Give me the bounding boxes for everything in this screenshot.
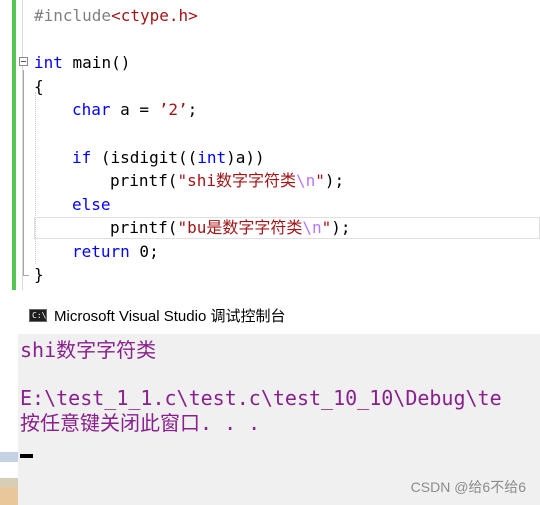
open-brace: { — [34, 77, 44, 96]
code-line-printf-bu[interactable]: printf("bu是数字字符类\n"); — [110, 217, 351, 239]
change-indicator-bar — [12, 0, 16, 290]
code-editor[interactable]: #include<ctype.h> int main() { char a = … — [0, 0, 540, 295]
keyword-else: else — [72, 195, 111, 214]
if-condition-end: )a)) — [226, 148, 265, 167]
code-line-open-brace[interactable]: { — [34, 76, 44, 98]
return-value: 0; — [129, 242, 159, 261]
background-window-edge — [0, 295, 18, 505]
code-line-printf-shi[interactable]: printf("shi数字字符类\n"); — [110, 170, 344, 192]
char-literal: ’2’ — [158, 100, 188, 119]
console-title-bar[interactable]: C:\ Microsoft Visual Studio 调试控制台 — [18, 297, 540, 334]
close-brace: } — [34, 265, 44, 284]
escape-sequence: \n — [295, 171, 316, 190]
include-directive: #include — [34, 6, 112, 25]
code-line-close-brace[interactable]: } — [34, 264, 44, 286]
keyword-char: char — [72, 100, 111, 119]
keyword-int-cast: int — [197, 148, 227, 167]
code-line-main-signature[interactable]: int main() — [34, 52, 130, 74]
background-window-band — [0, 487, 18, 505]
console-output-line: shi数字字符类 — [20, 338, 157, 362]
keyword-int: int — [34, 53, 63, 72]
printf-call: printf( — [110, 171, 178, 190]
code-line-else[interactable]: else — [72, 194, 111, 216]
semicolon: ; — [187, 100, 198, 119]
debug-console-window[interactable]: C:\ Microsoft Visual Studio 调试控制台 shi数字字… — [18, 297, 540, 505]
collapse-icon[interactable] — [19, 57, 28, 66]
background-window-band — [0, 452, 18, 462]
fold-guide-end — [23, 275, 29, 276]
escape-sequence: \n — [302, 218, 322, 237]
string-literal: "shi数字字符类 — [177, 171, 296, 190]
watermark: CSDN @给6不给6 — [410, 479, 526, 495]
code-line-include[interactable]: #include<ctype.h> — [34, 5, 198, 27]
string-close-quote: " — [321, 218, 332, 237]
background-window-band — [0, 478, 18, 487]
statement-end: ); — [324, 171, 345, 190]
console-window-title: Microsoft Visual Studio 调试控制台 — [54, 308, 286, 325]
code-line-return[interactable]: return 0; — [72, 241, 159, 263]
string-literal: "bu是数字字符类 — [177, 218, 303, 237]
code-line-if[interactable]: if (isdigit((int)a)) — [72, 147, 265, 169]
main-signature: main() — [62, 53, 131, 72]
if-condition-start: (isdigit(( — [91, 148, 198, 167]
console-cursor — [20, 454, 33, 458]
console-exit-path-line: E:\test_1_1.c\test.c\test_10_10\Debug\te — [20, 386, 502, 410]
include-header: <ctype.h> — [111, 6, 198, 25]
fold-guide — [23, 70, 24, 275]
code-line-declaration[interactable]: char a = ’2’; — [72, 99, 197, 121]
console-prompt-line: 按任意键关闭此窗口. . . — [20, 411, 261, 435]
string-close-quote: " — [315, 171, 325, 190]
keyword-if: if — [72, 148, 92, 167]
keyword-return: return — [72, 242, 130, 261]
declaration-text: a = — [110, 100, 159, 119]
console-app-icon: C:\ — [29, 309, 47, 322]
printf-call: printf( — [110, 218, 178, 237]
statement-end: ); — [331, 218, 351, 237]
